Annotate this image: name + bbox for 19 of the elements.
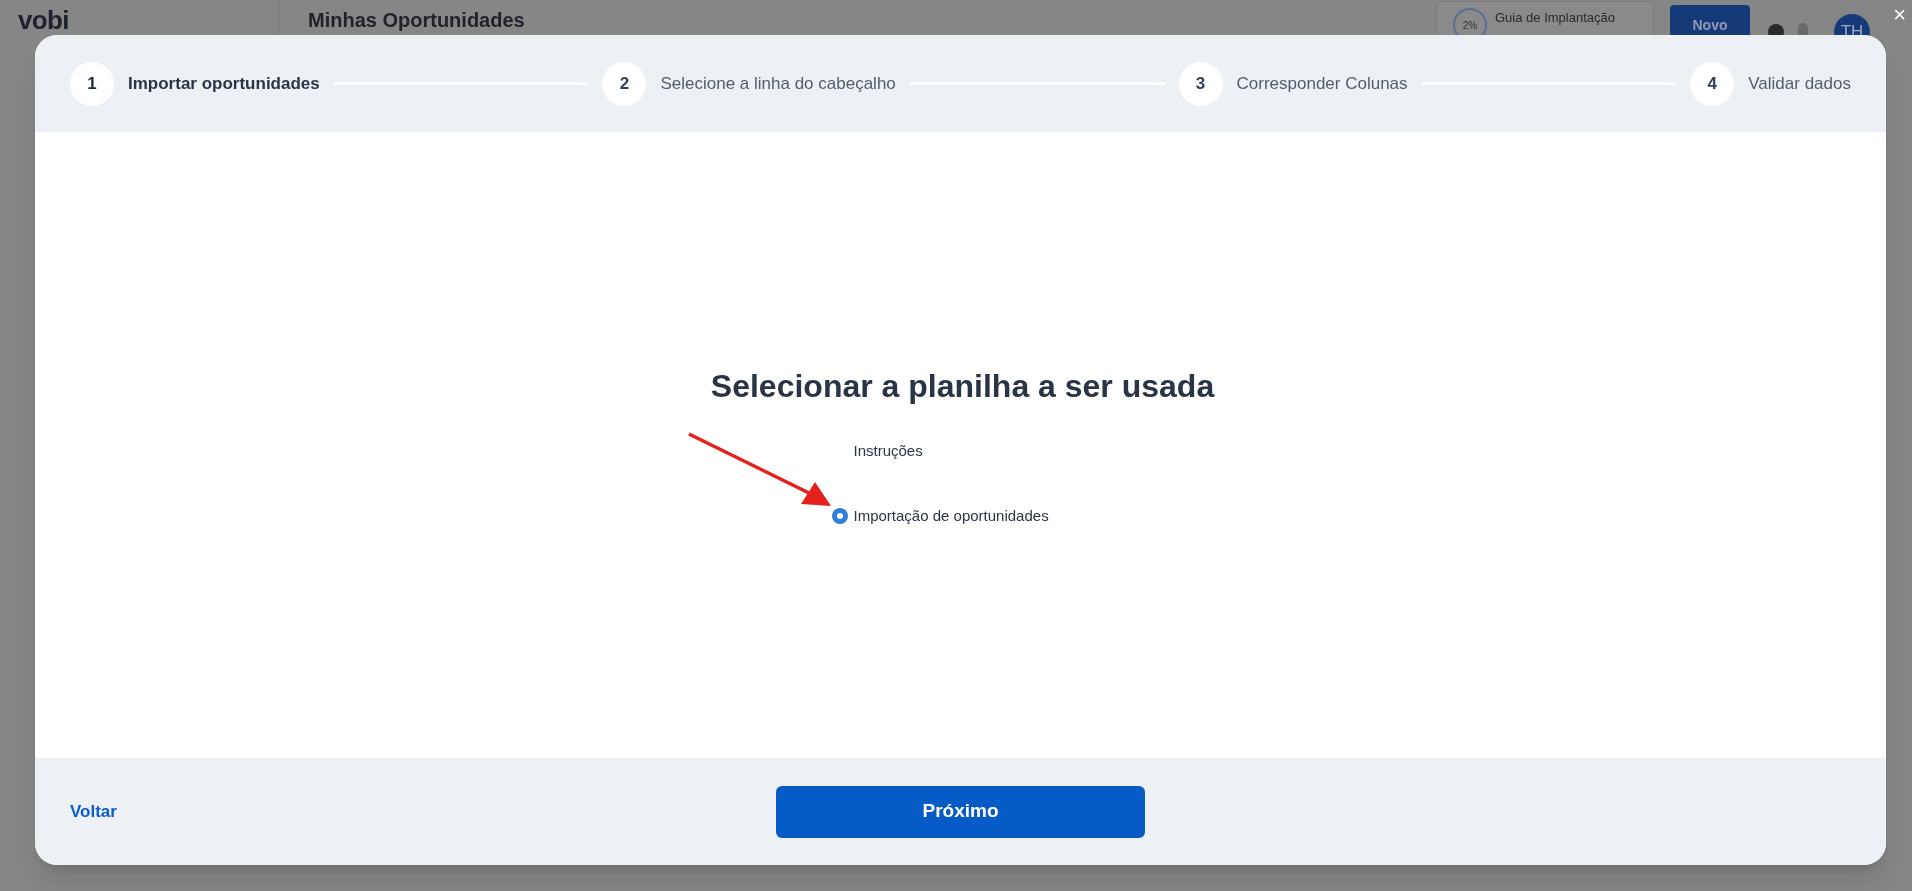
step-number: 3: [1178, 61, 1223, 106]
page-title: Minhas Oportunidades: [308, 8, 525, 33]
sheet-option[interactable]: Importação de oportunidades: [853, 504, 1049, 527]
close-button[interactable]: ×: [1893, 4, 1906, 26]
guide-card[interactable]: 2% Guia de Implantação: [1436, 1, 1654, 37]
sheet-option[interactable]: Instruções: [853, 440, 923, 463]
logo: vobi: [18, 3, 69, 37]
step-number: 4: [1690, 61, 1735, 106]
radio-button[interactable]: [831, 507, 848, 524]
next-button[interactable]: Próximo: [776, 785, 1145, 838]
step-label: Validar dados: [1748, 72, 1851, 95]
step-label: Corresponder Colunas: [1236, 72, 1408, 95]
step-number: 2: [602, 61, 647, 106]
guide-label: Guia de Implantação: [1495, 9, 1615, 27]
heading: Selecionar a planilha a ser usada: [710, 367, 1215, 406]
step-label: Selecione a linha do cabeçalho: [660, 72, 896, 95]
step-number: 1: [70, 61, 114, 106]
back-link[interactable]: Voltar: [70, 798, 117, 825]
step-label: Importar oportunidades: [128, 72, 320, 95]
